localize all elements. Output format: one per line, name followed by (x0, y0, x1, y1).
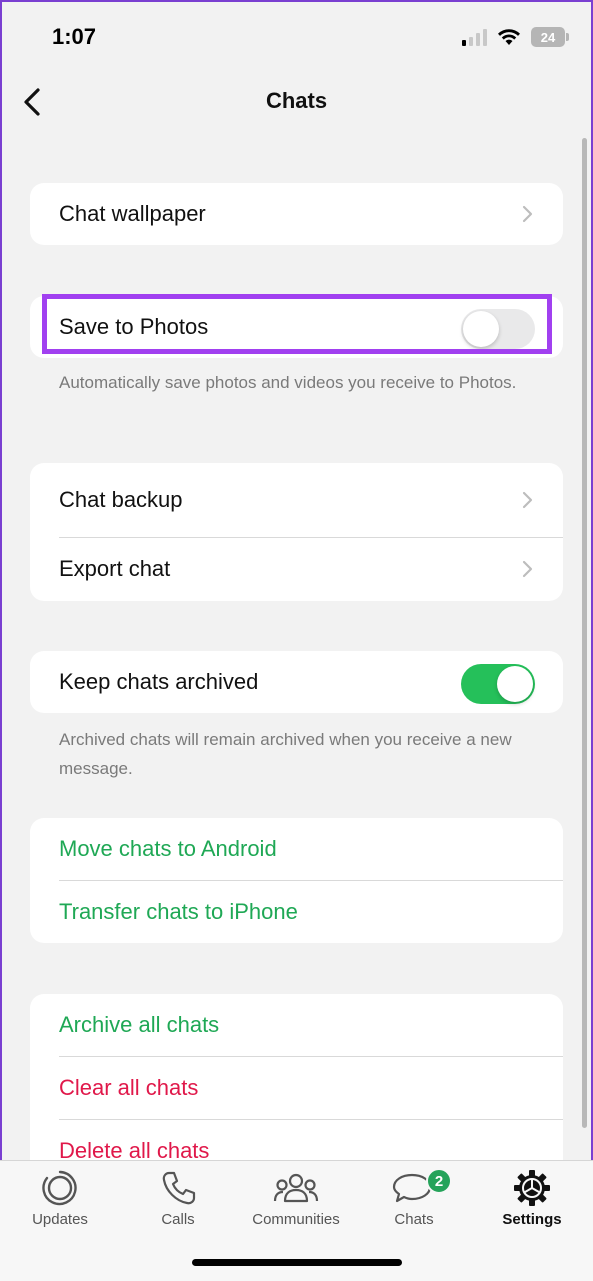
export-chat-row[interactable]: Export chat (30, 537, 563, 601)
tab-communities-label: Communities (252, 1211, 340, 1228)
export-chat-label: Export chat (59, 556, 171, 581)
tab-chats[interactable]: 2 Chats (355, 1168, 473, 1241)
save-to-photos-row: Save to Photos (30, 296, 563, 358)
tab-settings-label: Settings (502, 1211, 562, 1228)
manage-chats-card: Archive all chats Clear all chats Delete… (30, 994, 563, 1160)
tab-calls-label: Calls (161, 1211, 195, 1228)
battery-icon: 24 (531, 27, 569, 47)
keep-chats-archived-note: Archived chats will remain archived when… (59, 730, 512, 778)
toggle-knob (497, 666, 533, 702)
tab-updates-label: Updates (32, 1211, 88, 1228)
tab-updates[interactable]: Updates (1, 1169, 119, 1241)
transfer-chats-to-iphone-label: Transfer chats to iPhone (59, 898, 298, 924)
keep-chats-archived-toggle[interactable] (461, 664, 535, 704)
save-photos-card: Save to Photos (30, 296, 563, 358)
chat-wallpaper-row[interactable]: Chat wallpaper (30, 183, 563, 245)
delete-all-chats-label: Delete all chats (59, 1137, 210, 1161)
phone-icon (162, 1171, 196, 1205)
chats-unread-badge: 2 (426, 1168, 452, 1194)
move-chats-to-android-button[interactable]: Move chats to Android (30, 818, 563, 880)
updates-icon (42, 1170, 77, 1206)
transfer-chats-to-iphone-button[interactable]: Transfer chats to iPhone (30, 880, 563, 943)
keep-chats-archived-row: Keep chats archived (30, 651, 563, 713)
wallpaper-card: Chat wallpaper (30, 183, 563, 245)
delete-all-chats-button[interactable]: Delete all chats (30, 1119, 563, 1160)
chat-wallpaper-label: Chat wallpaper (59, 201, 206, 226)
home-indicator (192, 1259, 402, 1266)
communities-icon (273, 1173, 319, 1203)
gear-icon (514, 1170, 550, 1206)
save-to-photos-note: Automatically save photos and videos you… (59, 373, 517, 392)
scrollbar[interactable] (582, 138, 587, 1128)
save-to-photos-label: Save to Photos (59, 314, 209, 339)
status-time: 1:07 (52, 24, 97, 49)
page-title: Chats (265, 88, 328, 113)
navigation-bar: Chats (0, 70, 593, 134)
status-bar: 1:07 24 (0, 0, 593, 70)
tab-communities[interactable]: Communities (237, 1169, 355, 1241)
clear-all-chats-label: Clear all chats (59, 1074, 199, 1100)
keep-chats-archived-label: Keep chats archived (59, 669, 259, 694)
archive-all-chats-label: Archive all chats (59, 1012, 220, 1037)
tab-calls[interactable]: Calls (119, 1169, 237, 1241)
toggle-knob (463, 311, 499, 347)
battery-level: 24 (540, 29, 556, 45)
tab-chats-label: Chats (394, 1211, 434, 1228)
transfer-card: Move chats to Android Transfer chats to … (30, 818, 563, 943)
archived-card: Keep chats archived (30, 651, 563, 713)
wifi-icon (498, 29, 520, 45)
cellular-signal-icon (462, 28, 487, 46)
chat-backup-row[interactable]: Chat backup (30, 463, 563, 537)
chevron-right-icon (522, 491, 533, 509)
archive-all-chats-button[interactable]: Archive all chats (30, 994, 563, 1056)
status-icons: 24 (462, 26, 569, 48)
chevron-right-icon (522, 560, 533, 578)
move-chats-to-android-label: Move chats to Android (59, 836, 277, 861)
tab-settings[interactable]: Settings (473, 1169, 591, 1241)
backup-card: Chat backup Export chat (30, 463, 563, 601)
save-to-photos-toggle[interactable] (461, 309, 535, 349)
chat-backup-label: Chat backup (59, 487, 183, 512)
clear-all-chats-button[interactable]: Clear all chats (30, 1056, 563, 1119)
chevron-right-icon (522, 205, 533, 223)
